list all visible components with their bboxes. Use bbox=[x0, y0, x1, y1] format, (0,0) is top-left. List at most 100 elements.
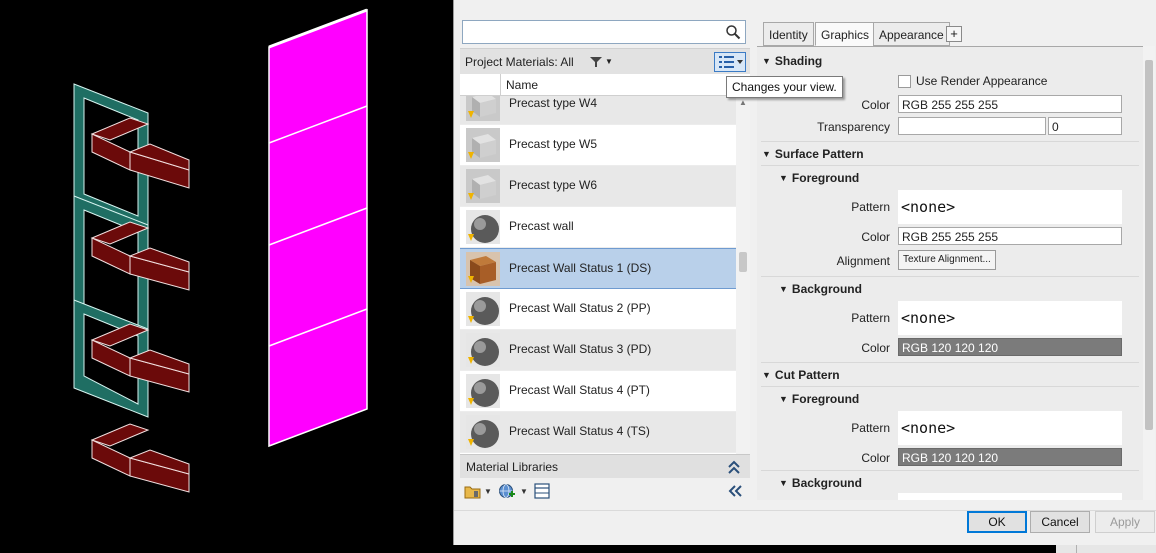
material-list[interactable]: Precast type W4 Precast type W5 Precast … bbox=[460, 96, 736, 468]
section-title: Foreground bbox=[791, 392, 860, 406]
gray-sphere-thumbnail bbox=[466, 333, 500, 367]
texture-alignment-button[interactable]: Texture Alignment... bbox=[898, 250, 996, 270]
material-name: Precast type W6 bbox=[509, 178, 598, 192]
transparency-value-field[interactable]: 0 bbox=[1048, 117, 1122, 135]
section-cut-pattern[interactable]: ▼ Cut Pattern bbox=[762, 368, 840, 382]
collapse-left-icon[interactable] bbox=[726, 483, 744, 499]
subsection-cut-foreground[interactable]: ▼ Foreground bbox=[779, 392, 859, 406]
list-item[interactable]: Precast type W5 bbox=[460, 125, 736, 166]
library-folder-icon[interactable] bbox=[464, 483, 482, 499]
search-input[interactable] bbox=[462, 20, 746, 44]
surface-fg-pattern-field[interactable]: <none> bbox=[898, 190, 1122, 224]
cut-fg-color-field[interactable]: RGB 120 120 120 bbox=[898, 448, 1122, 466]
gray-sphere-thumbnail bbox=[466, 210, 500, 244]
section-surface-pattern[interactable]: ▼ Surface Pattern bbox=[762, 147, 864, 161]
subsection-surface-foreground[interactable]: ▼ Foreground bbox=[779, 171, 859, 185]
list-item[interactable]: Precast Wall Status 4 (TS) bbox=[460, 412, 736, 453]
column-divider[interactable] bbox=[500, 74, 501, 96]
section-title: Surface Pattern bbox=[774, 147, 864, 161]
change-view-button[interactable] bbox=[714, 52, 746, 72]
globe-add-icon[interactable] bbox=[498, 483, 516, 499]
subsection-cut-background[interactable]: ▼ Background bbox=[779, 476, 862, 490]
collapse-triangle-icon: ▼ bbox=[779, 284, 788, 294]
section-shading[interactable]: ▼ Shading bbox=[762, 54, 822, 68]
apply-button[interactable]: Apply bbox=[1095, 511, 1155, 533]
background-window-strip bbox=[1056, 545, 1156, 553]
scrollbar-thumb[interactable] bbox=[739, 252, 747, 272]
shading-color-field[interactable]: RGB 255 255 255 bbox=[898, 95, 1122, 113]
list-item[interactable]: Precast type W4 bbox=[460, 96, 736, 125]
section-title: Foreground bbox=[791, 171, 860, 185]
add-material-dropdown-caret[interactable]: ▼ bbox=[520, 487, 528, 496]
material-name: Precast type W4 bbox=[509, 96, 598, 110]
surface-fg-color-label: Color bbox=[861, 230, 890, 244]
material-libraries-label: Material Libraries bbox=[466, 460, 559, 474]
list-item[interactable]: Precast type W6 bbox=[460, 166, 736, 207]
cancel-button[interactable]: Cancel bbox=[1030, 511, 1090, 533]
tab-graphics[interactable]: Graphics bbox=[815, 22, 876, 46]
surface-fg-color-field[interactable]: RGB 255 255 255 bbox=[898, 227, 1122, 245]
material-name: Precast type W5 bbox=[509, 137, 598, 151]
filter-icon[interactable] bbox=[589, 55, 603, 69]
material-browser-pane: Project Materials: All ▼ Name Precast ty… bbox=[460, 18, 750, 504]
surface-bg-pattern-field[interactable]: <none> bbox=[898, 301, 1122, 335]
surface-bg-pattern-label: Pattern bbox=[851, 311, 890, 325]
add-asset-tab-button[interactable]: + bbox=[946, 26, 962, 42]
collapse-triangle-icon: ▼ bbox=[779, 478, 788, 488]
tab-appearance[interactable]: Appearance bbox=[873, 22, 950, 46]
material-name: Precast Wall Status 4 (PT) bbox=[509, 383, 650, 397]
section-title: Background bbox=[791, 282, 862, 296]
list-item[interactable]: Precast Wall Status 3 (PD) bbox=[460, 330, 736, 371]
subsection-surface-background[interactable]: ▼ Background bbox=[779, 282, 862, 296]
divider bbox=[761, 165, 1139, 166]
list-item[interactable]: Precast wall bbox=[460, 207, 736, 248]
material-name: Precast wall bbox=[509, 219, 574, 233]
scrollbar-thumb[interactable] bbox=[1145, 60, 1153, 430]
use-render-appearance-checkbox[interactable] bbox=[898, 75, 911, 88]
material-name: Precast Wall Status 2 (PP) bbox=[509, 301, 651, 315]
list-view-icon bbox=[719, 56, 743, 68]
concrete-block-thumbnail bbox=[466, 128, 500, 162]
column-header-name[interactable]: Name bbox=[506, 78, 538, 92]
gray-sphere-thumbnail bbox=[466, 415, 500, 449]
collapse-triangle-icon: ▼ bbox=[779, 173, 788, 183]
material-libraries-bar: Material Libraries bbox=[460, 454, 750, 478]
tab-identity[interactable]: Identity bbox=[763, 22, 814, 46]
cut-fg-pattern-label: Pattern bbox=[851, 421, 890, 435]
collapse-triangle-icon: ▼ bbox=[762, 149, 771, 159]
section-title: Shading bbox=[774, 54, 823, 68]
material-list-header: Name bbox=[460, 74, 750, 96]
project-materials-bar: Project Materials: All ▼ bbox=[460, 48, 750, 74]
ok-button[interactable]: OK bbox=[967, 511, 1027, 533]
library-toolbar: ▼ ▼ bbox=[460, 478, 750, 504]
dialog-button-bar: OK Cancel Apply bbox=[454, 510, 1156, 545]
list-item[interactable]: Precast Wall Status 2 (PP) bbox=[460, 289, 736, 330]
use-render-appearance-label: Use Render Appearance bbox=[916, 74, 1048, 88]
material-name: Precast Wall Status 1 (DS) bbox=[509, 261, 652, 275]
shading-color-label: Color bbox=[861, 98, 890, 112]
collapse-up-icon[interactable] bbox=[726, 458, 742, 476]
magenta-wall-panel bbox=[268, 8, 368, 448]
collapse-triangle-icon: ▼ bbox=[779, 394, 788, 404]
cut-fg-pattern-field[interactable]: <none> bbox=[898, 411, 1122, 445]
list-item[interactable]: Precast Wall Status 4 (PT) bbox=[460, 371, 736, 412]
search-icon[interactable] bbox=[725, 24, 741, 40]
asset-browser-icon[interactable] bbox=[534, 483, 550, 499]
surface-bg-color-label: Color bbox=[861, 341, 890, 355]
properties-scrollbar[interactable] bbox=[1143, 46, 1155, 500]
cut-fg-color-label: Color bbox=[861, 451, 890, 465]
list-item-selected[interactable]: Precast Wall Status 1 (DS) bbox=[460, 248, 736, 289]
surface-bg-color-field[interactable]: RGB 120 120 120 bbox=[898, 338, 1122, 356]
section-title: Cut Pattern bbox=[774, 368, 840, 382]
divider bbox=[761, 276, 1139, 277]
cut-bg-pattern-field[interactable] bbox=[898, 493, 1122, 500]
scroll-up-arrow-icon[interactable]: ▲ bbox=[739, 98, 747, 107]
concrete-block-thumbnail bbox=[466, 169, 500, 203]
library-dropdown-caret[interactable]: ▼ bbox=[484, 487, 492, 496]
concrete-block-thumbnail bbox=[466, 96, 500, 121]
model-viewport[interactable] bbox=[0, 0, 453, 553]
transparency-slider[interactable] bbox=[898, 117, 1046, 135]
filter-dropdown-caret[interactable]: ▼ bbox=[605, 57, 613, 66]
material-list-scrollbar[interactable]: ▲ ▼ bbox=[736, 96, 750, 468]
material-name: Precast Wall Status 3 (PD) bbox=[509, 342, 652, 356]
